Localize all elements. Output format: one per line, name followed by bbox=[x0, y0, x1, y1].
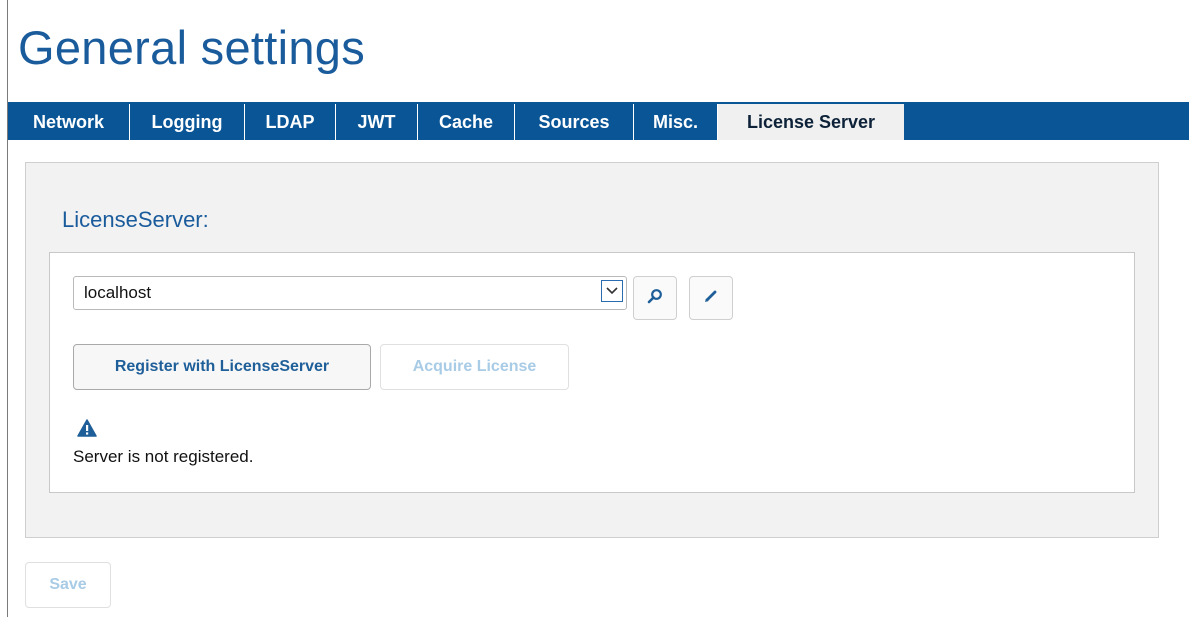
tab-logging[interactable]: Logging bbox=[130, 104, 245, 140]
search-server-button[interactable] bbox=[633, 276, 677, 320]
section-heading: LicenseServer: bbox=[62, 207, 209, 232]
server-select-value: localhost bbox=[84, 283, 152, 302]
registration-status-text: Server is not registered. bbox=[73, 447, 254, 466]
tab-license-server[interactable]: License Server bbox=[718, 104, 904, 140]
tab-network[interactable]: Network bbox=[8, 104, 130, 140]
tab-sources[interactable]: Sources bbox=[515, 104, 634, 140]
acquire-license-button[interactable]: Acquire License bbox=[380, 344, 569, 390]
search-icon bbox=[647, 288, 663, 309]
license-server-select[interactable]: localhost bbox=[73, 276, 627, 310]
pencil-icon bbox=[703, 288, 719, 309]
tab-cache[interactable]: Cache bbox=[418, 104, 515, 140]
license-server-box: localhost Register with LicenseServer Ac… bbox=[49, 252, 1135, 493]
chevron-down-icon[interactable] bbox=[601, 280, 623, 302]
tab-jwt[interactable]: JWT bbox=[336, 104, 418, 140]
tab-misc[interactable]: Misc. bbox=[634, 104, 718, 140]
tab-bar: Network Logging LDAP JWT Cache Sources M… bbox=[8, 102, 1189, 140]
save-button[interactable]: Save bbox=[25, 562, 111, 608]
warning-icon bbox=[77, 419, 97, 437]
left-border bbox=[7, 0, 8, 617]
tab-ldap[interactable]: LDAP bbox=[245, 104, 336, 140]
edit-server-button[interactable] bbox=[689, 276, 733, 320]
page-title: General settings bbox=[18, 21, 366, 74]
settings-panel: LicenseServer: localhost Register with L… bbox=[25, 162, 1159, 538]
register-with-licenseserver-button[interactable]: Register with LicenseServer bbox=[73, 344, 371, 390]
